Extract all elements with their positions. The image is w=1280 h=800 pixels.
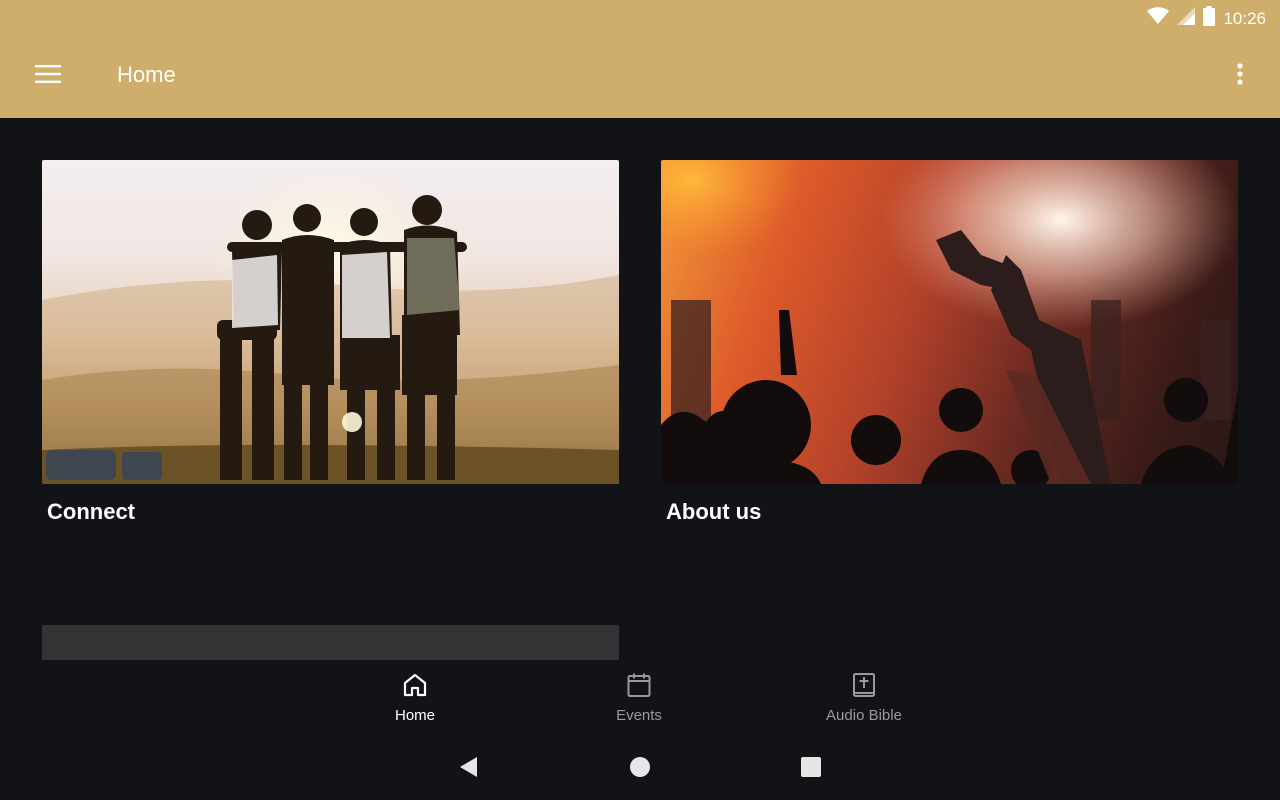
wifi-icon (1147, 7, 1170, 30)
home-circle-icon (629, 756, 651, 783)
card-about-us[interactable]: About us (661, 160, 1238, 525)
more-options-button[interactable] (1224, 56, 1256, 96)
nav-item-audio-bible[interactable]: Audio Bible (799, 672, 929, 724)
status-bar: 10:26 (0, 0, 1280, 34)
recents-button[interactable] (798, 756, 824, 782)
system-navigation-bar (0, 738, 1280, 800)
nav-label: Home (394, 707, 435, 724)
status-time: 10:26 (1223, 8, 1266, 28)
card-connect[interactable]: Connect (42, 160, 619, 525)
app-bar: Home (0, 34, 1280, 118)
worship-concert-photo (661, 160, 1238, 484)
nav-label: Events (616, 707, 662, 724)
page-title: Home (117, 62, 176, 87)
card-title: About us (666, 499, 762, 524)
bible-icon (851, 672, 877, 703)
menu-icon (35, 64, 61, 88)
card-title: Connect (47, 499, 135, 524)
nav-item-home[interactable]: Home (350, 672, 480, 724)
back-icon (457, 756, 479, 783)
friends-sunset-photo (42, 160, 619, 484)
bottom-navigation: Home Events Audio Bible (0, 660, 1280, 738)
signal-icon (1177, 7, 1196, 30)
status-icons: 10:26 (1147, 6, 1266, 31)
back-button[interactable] (455, 756, 481, 782)
card-third-partial[interactable] (42, 625, 619, 660)
battery-icon (1203, 6, 1216, 31)
home-system-button[interactable] (627, 756, 653, 782)
more-vert-icon (1237, 62, 1243, 90)
calendar-icon (626, 672, 652, 703)
content-area: Connect About us (0, 118, 1280, 660)
nav-item-events[interactable]: Events (574, 672, 704, 724)
nav-label: Audio Bible (826, 707, 902, 724)
menu-button[interactable] (28, 56, 68, 96)
home-icon (402, 672, 428, 703)
recents-icon (800, 756, 822, 783)
